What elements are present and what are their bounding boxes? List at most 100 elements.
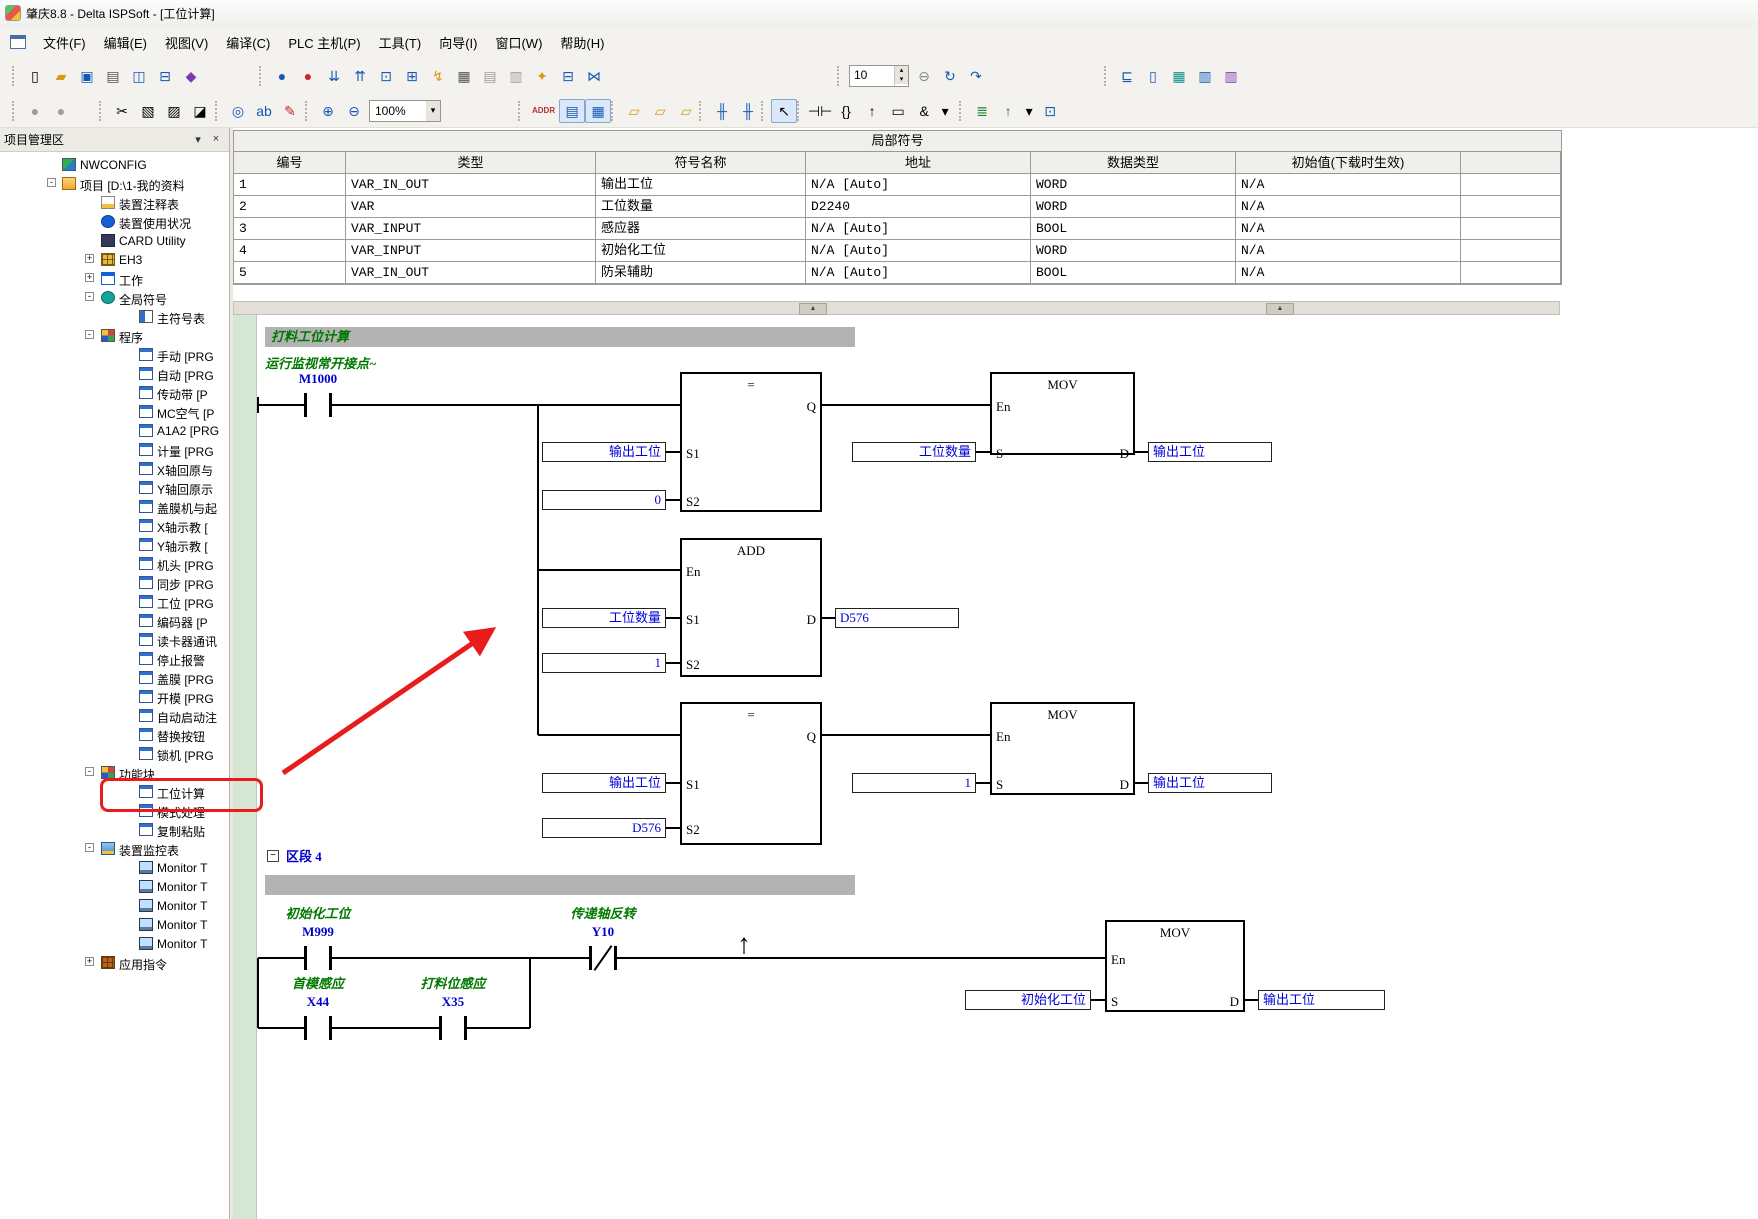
table-cell[interactable]: N/A <box>1236 262 1461 284</box>
column-header[interactable]: 类型 <box>346 152 596 174</box>
network-enable-button[interactable]: ▱ <box>621 99 647 123</box>
menu-item-0[interactable]: 文件(F) <box>34 29 95 56</box>
element-type-dropdown[interactable]: ▾ <box>937 99 953 123</box>
table-cell[interactable] <box>1461 240 1561 262</box>
spin-up-icon[interactable]: ▴ <box>895 66 908 75</box>
save-button[interactable]: ▣ <box>74 64 100 88</box>
pin-icon[interactable]: ▾ <box>189 130 207 148</box>
zoom-out-button[interactable]: ⊖ <box>341 99 367 123</box>
insert-coil-button[interactable]: {} <box>833 99 859 123</box>
insert-compare-button[interactable]: ≣ <box>969 99 995 123</box>
operand-box[interactable]: 1 <box>852 773 976 793</box>
nav-forward-button[interactable]: ● <box>48 99 74 123</box>
table-cell[interactable]: 工位数量 <box>596 196 806 218</box>
cut-button[interactable]: ✂ <box>109 99 135 123</box>
operand-box[interactable]: 输出工位 <box>542 773 666 793</box>
table-cell[interactable]: 防呆辅助 <box>596 262 806 284</box>
tree-item-16[interactable]: X轴回原与 <box>0 459 229 478</box>
operand-box[interactable]: 输出工位 <box>542 442 666 462</box>
function-block-MOV-1[interactable]: MOVEnSD <box>990 372 1135 455</box>
collapse-icon[interactable]: - <box>85 292 94 301</box>
function-block-MOV-5[interactable]: MOVEnSD <box>1105 920 1245 1012</box>
tree-item-3[interactable]: 装置使用状况 <box>0 212 229 231</box>
tree-item-31[interactable]: 锁机 [PRG <box>0 744 229 763</box>
tree-item-6[interactable]: +工作 <box>0 269 229 288</box>
menu-item-2[interactable]: 视图(V) <box>156 29 217 56</box>
operand-box[interactable]: D576 <box>542 818 666 838</box>
tree-item-20[interactable]: Y轴示教 [ <box>0 535 229 554</box>
zoom-select[interactable]: 100%▾ <box>369 100 441 122</box>
menu-item-8[interactable]: 帮助(H) <box>551 29 613 56</box>
compile-book-button[interactable]: ◆ <box>178 64 204 88</box>
split-horizontal-button[interactable]: ⊟ <box>152 64 178 88</box>
tree-item-33[interactable]: 工位计算 <box>0 782 229 801</box>
menu-item-1[interactable]: 编辑(E) <box>95 29 156 56</box>
tree-item-30[interactable]: 替换按钮 <box>0 725 229 744</box>
system-log-button[interactable]: ▥ <box>503 64 529 88</box>
collapse-up-icon-2[interactable]: ▲ <box>1266 303 1294 315</box>
tree-item-8[interactable]: 主符号表 <box>0 307 229 326</box>
tree-item-4[interactable]: CARD Utility <box>0 231 229 250</box>
insert-block-button[interactable]: ▭ <box>885 99 911 123</box>
monitor-rows-spinner-value[interactable]: 10 <box>850 66 894 86</box>
network-comment-button[interactable]: ▱ <box>673 99 699 123</box>
paste-button[interactable]: ▨ <box>161 99 187 123</box>
move-network-up-button[interactable]: ↑ <box>995 99 1021 123</box>
address-mode-button[interactable]: ADDR <box>528 99 559 123</box>
tree-item-36[interactable]: -装置监控表 <box>0 839 229 858</box>
open-file-button[interactable]: ▰ <box>48 64 74 88</box>
table-cell[interactable]: VAR_INPUT <box>346 240 596 262</box>
device-monitor-table-button[interactable]: ⊑ <box>1114 64 1140 88</box>
table-cell[interactable]: WORD <box>1031 196 1236 218</box>
table-cell[interactable] <box>1461 174 1561 196</box>
tree-item-27[interactable]: 盖膜 [PRG <box>0 668 229 687</box>
tree-item-10[interactable]: 手动 [PRG <box>0 345 229 364</box>
operand-box[interactable]: 输出工位 <box>1148 442 1272 462</box>
table-cell[interactable]: VAR_INPUT <box>346 218 596 240</box>
symbol-view-button[interactable]: ▦ <box>585 99 611 123</box>
table-cell[interactable] <box>1461 196 1561 218</box>
column-header[interactable]: 地址 <box>806 152 1031 174</box>
password-button[interactable]: ✦ <box>529 64 555 88</box>
tree-item-17[interactable]: Y轴回原示 <box>0 478 229 497</box>
split-vertical-button[interactable]: ◫ <box>126 64 152 88</box>
menu-item-5[interactable]: 工具(T) <box>370 29 431 56</box>
trace-chart-button[interactable]: ▥ <box>1192 64 1218 88</box>
collapse-icon[interactable]: - <box>47 178 56 187</box>
function-block-=-0[interactable]: =S1S2Q <box>680 372 822 512</box>
expand-icon[interactable]: + <box>85 957 94 966</box>
screen-capture-button[interactable]: ▦ <box>1166 64 1192 88</box>
insert-and-button[interactable]: & <box>911 99 937 123</box>
operand-box[interactable]: 输出工位 <box>1148 773 1272 793</box>
collapse-up-icon[interactable]: ▲ <box>799 303 827 315</box>
table-cell[interactable]: N/A [Auto] <box>806 240 1031 262</box>
operand-box[interactable]: 输出工位 <box>1258 990 1385 1010</box>
selection-mode-button[interactable]: ↖ <box>771 99 797 123</box>
table-cell[interactable]: D2240 <box>806 196 1031 218</box>
add-network-below-button[interactable]: ╫ <box>735 99 761 123</box>
table-cell[interactable]: N/A <box>1236 196 1461 218</box>
ram-view-button[interactable]: ▯ <box>1140 64 1166 88</box>
refresh-button[interactable]: ↻ <box>937 64 963 88</box>
network-comment-bar[interactable] <box>265 875 855 895</box>
copy-button[interactable]: ▧ <box>135 99 161 123</box>
tree-item-22[interactable]: 同步 [PRG <box>0 573 229 592</box>
nav-back-button[interactable]: ● <box>22 99 48 123</box>
tree-item-13[interactable]: MC空气 [P <box>0 402 229 421</box>
tree-item-15[interactable]: 计量 [PRG <box>0 440 229 459</box>
tree-item-39[interactable]: Monitor T <box>0 896 229 915</box>
menu-item-3[interactable]: 编译(C) <box>217 29 279 56</box>
tree-item-5[interactable]: +EH3 <box>0 250 229 269</box>
table-cell[interactable]: 输出工位 <box>596 174 806 196</box>
expand-icon[interactable]: + <box>85 254 94 263</box>
menu-item-7[interactable]: 窗口(W) <box>486 29 551 56</box>
remove-item-button[interactable]: ⊖ <box>911 64 937 88</box>
table-cell[interactable]: N/A <box>1236 218 1461 240</box>
tree-item-1[interactable]: -项目 [D:\1-我的资料 <box>0 174 229 193</box>
table-cell[interactable] <box>1461 218 1561 240</box>
system-info-button[interactable]: ▤ <box>477 64 503 88</box>
tree-item-40[interactable]: Monitor T <box>0 915 229 934</box>
chevron-down-icon[interactable]: ▾ <box>426 101 440 121</box>
column-header[interactable]: 编号 <box>234 152 346 174</box>
menu-item-6[interactable]: 向导(I) <box>430 29 486 56</box>
